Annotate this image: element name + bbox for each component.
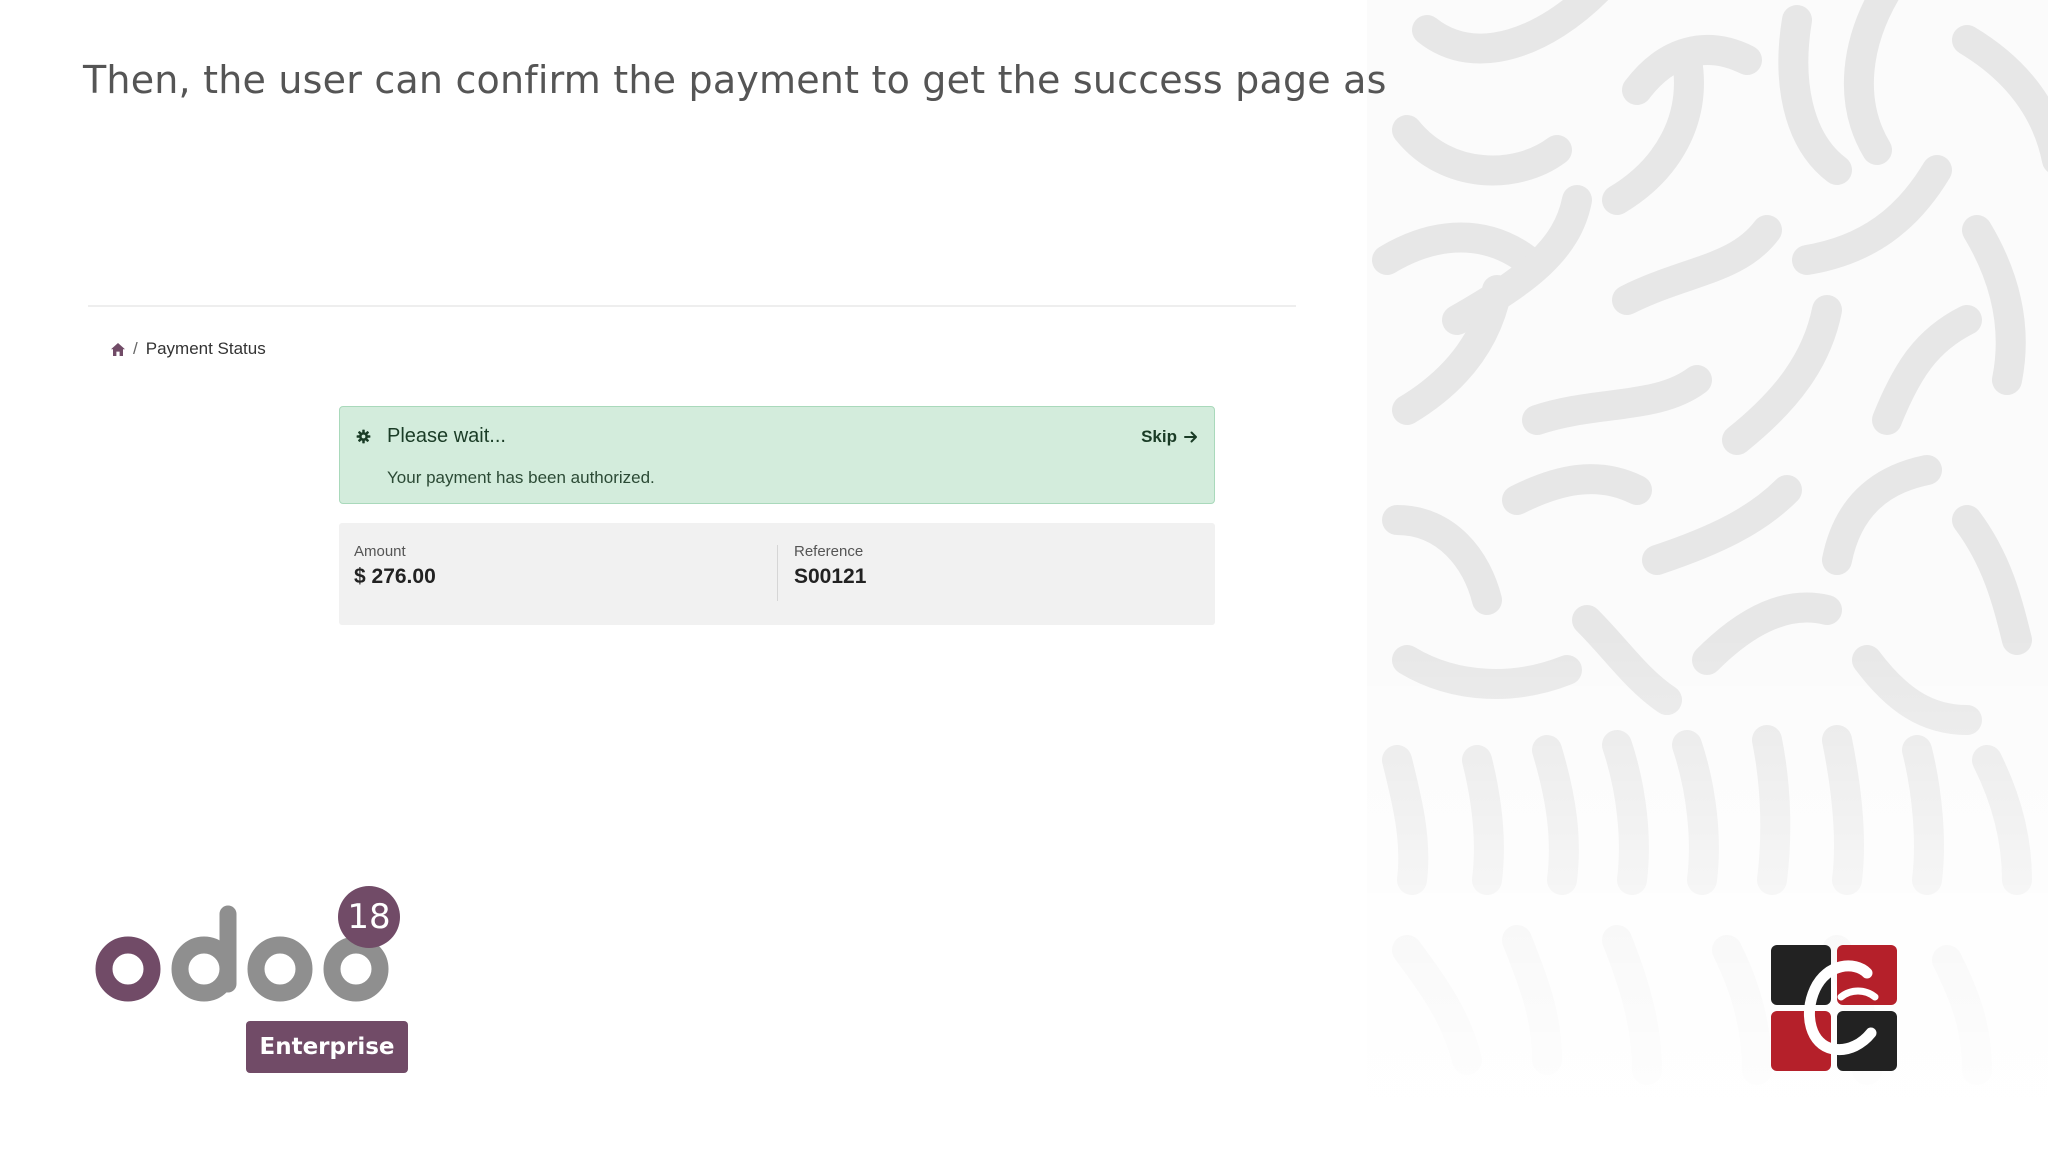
- home-icon[interactable]: [111, 342, 125, 356]
- breadcrumb-current: Payment Status: [145, 339, 266, 358]
- company-logo: [1771, 945, 1897, 1071]
- amount-label: Amount: [354, 543, 406, 560]
- payment-summary-card: Amount $ 276.00 Reference S00121: [339, 523, 1215, 625]
- breadcrumb: / Payment Status: [111, 339, 266, 359]
- version-badge: 18: [338, 886, 400, 948]
- skip-link[interactable]: Skip: [1141, 427, 1198, 447]
- alert-message: Your payment has been authorized.: [387, 468, 655, 487]
- background-pattern: [1367, 0, 2048, 1152]
- arrow-right-icon: [1184, 431, 1198, 443]
- slide-heading: Then, the user can confirm the payment t…: [83, 58, 1387, 102]
- reference-label: Reference: [794, 543, 864, 560]
- edition-badge: Enterprise: [246, 1021, 408, 1073]
- alert-title: Please wait...: [387, 425, 506, 447]
- amount-column: Amount $ 276.00: [354, 543, 436, 589]
- breadcrumb-separator: /: [133, 339, 138, 358]
- header-divider: [88, 305, 1296, 307]
- reference-value: S00121: [794, 565, 867, 588]
- payment-status-page: / Payment Status Please wait... Skip You…: [88, 305, 1296, 665]
- skip-label: Skip: [1141, 427, 1177, 446]
- amount-value: $ 276.00: [354, 565, 436, 588]
- payment-status-alert: Please wait... Skip Your payment has bee…: [339, 406, 1215, 504]
- gear-icon: [356, 429, 371, 449]
- reference-column: Reference S00121: [794, 543, 866, 589]
- summary-divider: [777, 545, 778, 601]
